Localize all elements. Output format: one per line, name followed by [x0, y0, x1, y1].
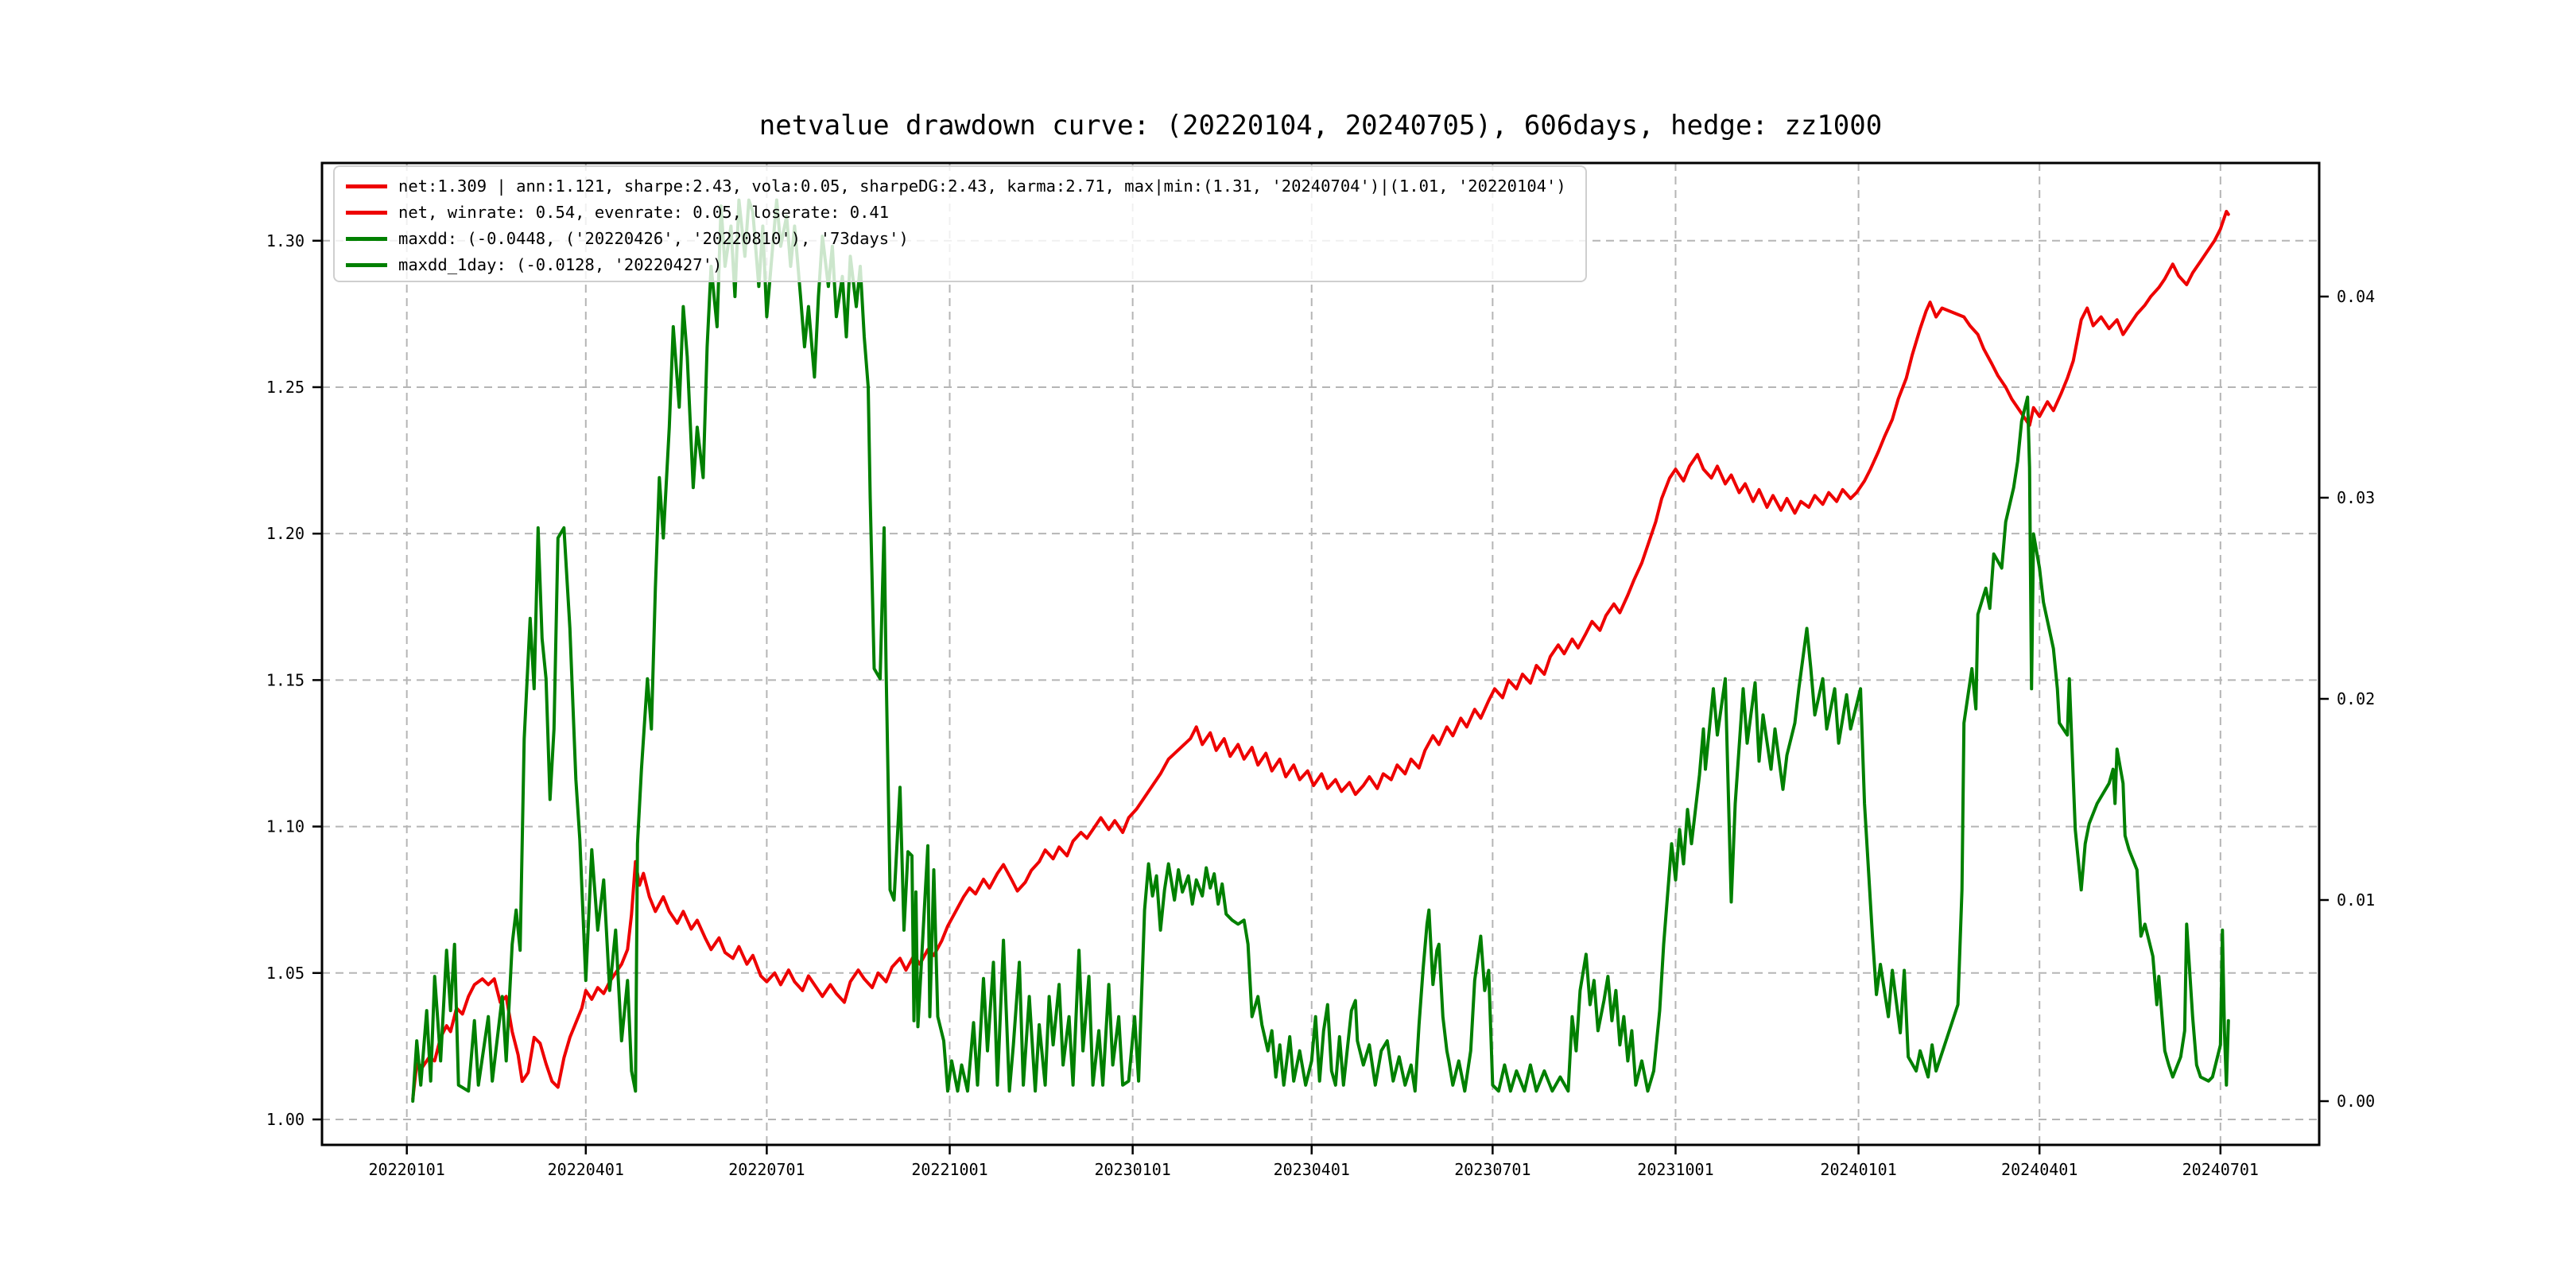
- legend-label: maxdd: (-0.0448, ('20220426', '20220810'…: [398, 226, 909, 252]
- x-axis-tick-label: 20240101: [1820, 1160, 1896, 1179]
- axes-spines: [322, 163, 2319, 1145]
- legend: net:1.309 | ann:1.121, sharpe:2.43, vola…: [333, 165, 1587, 282]
- legend-entry: maxdd: (-0.0448, ('20220426', '20220810'…: [346, 226, 1585, 252]
- y-right-tick-label: 0.03: [2337, 488, 2375, 507]
- y-left-tick-label: 1.00: [266, 1110, 305, 1129]
- x-axis-tick-label: 20220101: [369, 1160, 445, 1179]
- x-axis-tick-label: 20230101: [1094, 1160, 1170, 1179]
- x-axis-tick-label: 20220401: [548, 1160, 624, 1179]
- y-left-tick-label: 1.25: [266, 378, 305, 397]
- y-left-tick-label: 1.10: [266, 817, 305, 836]
- x-axis-tick-label: 20231001: [1637, 1160, 1713, 1179]
- y-left-tick-label: 1.20: [266, 524, 305, 543]
- y-right-tick-label: 0.04: [2337, 287, 2375, 306]
- figure: netvalue drawdown curve: (20220104, 2024…: [0, 0, 2576, 1288]
- series-maxdd-line: [413, 200, 2229, 1101]
- legend-entry: net:1.309 | ann:1.121, sharpe:2.43, vola…: [346, 173, 1585, 200]
- legend-label: net:1.309 | ann:1.121, sharpe:2.43, vola…: [398, 173, 1566, 200]
- legend-label: net, winrate: 0.54, evenrate: 0.05, lose…: [398, 200, 889, 226]
- legend-line-swatch: [346, 184, 387, 188]
- y-right-tick-label: 0.01: [2337, 890, 2375, 910]
- y-right-tick-label: 0.00: [2337, 1092, 2375, 1111]
- x-axis-tick-label: 20230401: [1274, 1160, 1350, 1179]
- y-left-tick-label: 1.15: [266, 670, 305, 689]
- legend-entry: maxdd_1day: (-0.0128, '20220427'): [346, 252, 1585, 278]
- y-right-tick-label: 0.02: [2337, 689, 2375, 708]
- x-axis-tick-label: 20221001: [911, 1160, 987, 1179]
- legend-line-swatch: [346, 263, 387, 267]
- y-left-tick-label: 1.30: [266, 231, 305, 250]
- x-axis-tick-label: 20240701: [2182, 1160, 2259, 1179]
- x-axis-tick-label: 20230701: [1454, 1160, 1530, 1179]
- x-axis-tick-label: 20240401: [2001, 1160, 2077, 1179]
- legend-line-swatch: [346, 237, 387, 241]
- legend-entry: net, winrate: 0.54, evenrate: 0.05, lose…: [346, 200, 1585, 226]
- y-left-tick-label: 1.05: [266, 964, 305, 983]
- legend-label: maxdd_1day: (-0.0128, '20220427'): [398, 252, 722, 278]
- x-axis-tick-label: 20220701: [728, 1160, 805, 1179]
- legend-line-swatch: [346, 211, 387, 215]
